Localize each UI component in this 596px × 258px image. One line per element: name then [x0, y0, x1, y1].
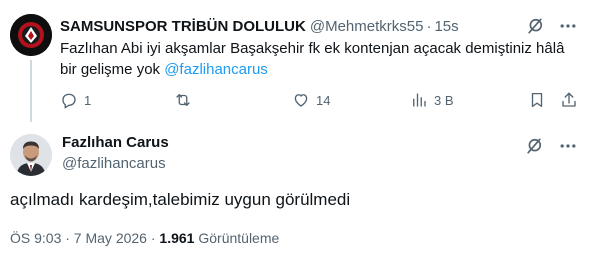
- views-button[interactable]: 3 B: [410, 90, 454, 110]
- thread-line: [30, 60, 32, 122]
- more-menu-icon[interactable]: [558, 136, 578, 156]
- more-menu-icon[interactable]: [558, 16, 578, 36]
- views-chart-icon: [413, 93, 426, 107]
- tweet-timestamp[interactable]: ÖS 9:03 · 7 May 2026: [10, 230, 147, 246]
- bookmark-button[interactable]: [528, 90, 546, 110]
- main-tweet: Fazlıhan Carus @fazlihancarus açılmadı k…: [0, 124, 596, 258]
- reply-button[interactable]: 1: [60, 90, 91, 110]
- reply-header: SAMSUNSPOR TRİBÜN DOLULUK @Mehmetkrks55 …: [60, 16, 586, 36]
- more-options-icon[interactable]: [524, 16, 546, 36]
- views-count: 1.961: [159, 230, 195, 246]
- avatar[interactable]: [10, 14, 52, 56]
- reply-count: 1: [84, 92, 92, 108]
- author-name[interactable]: Fazlıhan Carus: [62, 134, 169, 151]
- like-button[interactable]: 14: [292, 90, 330, 110]
- tweet-text: açılmadı kardeşim,talebimiz uygun görülm…: [10, 190, 351, 209]
- more-options-icon[interactable]: [524, 136, 546, 156]
- views-label: Görüntüleme: [198, 230, 280, 246]
- samsunspor-logo-icon: [10, 14, 52, 56]
- timestamp[interactable]: 15s: [434, 18, 458, 35]
- retweet-button[interactable]: [174, 90, 198, 110]
- tweet-meta: ÖS 9:03 · 7 May 2026 · 1.961 Görüntüleme: [10, 230, 279, 246]
- bookmark-icon: [531, 92, 543, 108]
- avatar[interactable]: [10, 134, 52, 176]
- meta-separator: ·: [146, 230, 160, 246]
- like-count: 14: [316, 92, 331, 108]
- views-count: 3 B: [434, 92, 454, 108]
- reply-tweet[interactable]: SAMSUNSPOR TRİBÜN DOLULUK @Mehmetkrks55 …: [0, 0, 596, 124]
- heart-icon: [294, 94, 308, 107]
- retweet-icon: [176, 94, 190, 106]
- share-icon: [562, 92, 576, 107]
- reply-text-body: Fazlıhan Abi iyi akşamlar Başakşehir fk …: [60, 40, 565, 78]
- reply-icon: [62, 93, 76, 109]
- author-handle[interactable]: @Mehmetkrks55: [310, 18, 424, 35]
- profile-photo-icon: [10, 134, 52, 176]
- reply-text: Fazlıhan Abi iyi akşamlar Başakşehir fk …: [60, 38, 580, 80]
- separator-dot: ·: [426, 17, 432, 35]
- share-button[interactable]: [560, 90, 578, 110]
- author-name[interactable]: SAMSUNSPOR TRİBÜN DOLULUK: [60, 18, 306, 35]
- mention-link[interactable]: @fazlihancarus: [164, 61, 268, 78]
- author-handle[interactable]: @fazlihancarus: [62, 155, 166, 172]
- action-bar: 1 14 3 B: [60, 90, 580, 110]
